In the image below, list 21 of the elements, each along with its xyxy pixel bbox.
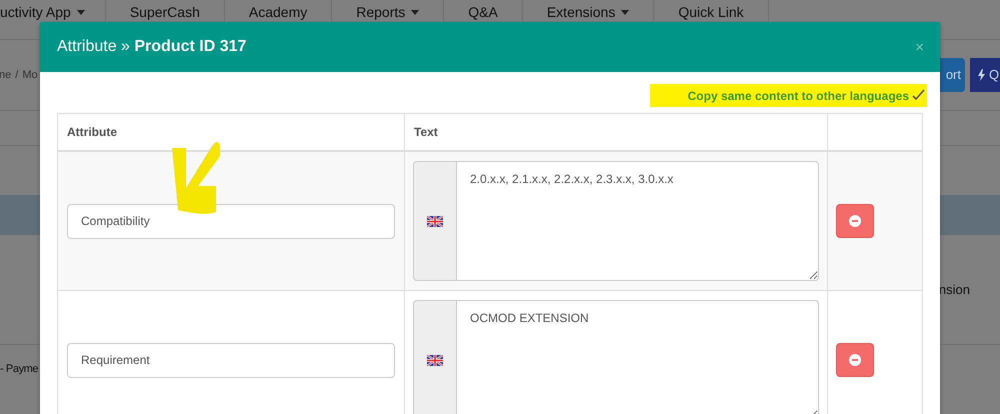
text-field[interactable]: 2.0.x.x, 2.1.x.x, 2.2.x.x, 2.3.x.x, 3.0.x.x [456,161,819,281]
flag-icon [427,216,443,226]
page-text: nsion [938,280,971,299]
attribute-field[interactable]: Compatibility [67,204,395,238]
check-icon [912,89,925,102]
breadcrumb-item[interactable]: ne [0,66,12,84]
flag-icon [427,354,443,366]
text-field[interactable]: OCMOD EXTENSION [456,300,819,414]
header-button[interactable]: Q [970,58,1000,92]
remove-button[interactable] [836,343,874,377]
bolt-icon [978,69,985,81]
remove-button[interactable] [836,204,874,238]
attribute-field[interactable]: Requirement [67,342,395,378]
minus-circle-icon [849,354,861,366]
copy-languages-checkbox[interactable]: Copy same content to other languages [650,84,927,107]
page-text: - Payme [0,362,38,378]
column-header: Text [405,114,828,150]
breadcrumb-separator: / [15,68,18,83]
minus-circle-icon [849,215,861,227]
breadcrumb-item[interactable]: Mo [22,66,38,84]
modal-title: Attribute » Product ID 317 [57,37,246,57]
